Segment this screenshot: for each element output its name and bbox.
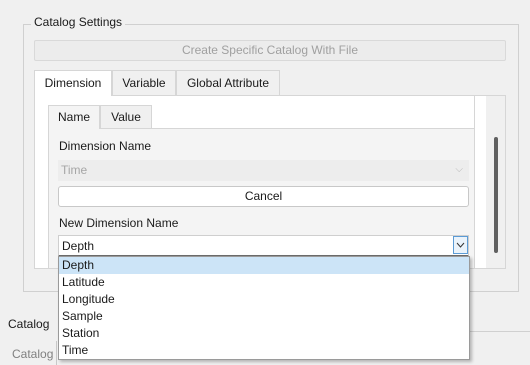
dropdown-item-time[interactable]: Time bbox=[59, 342, 469, 359]
new-dimension-name-label: New Dimension Name bbox=[59, 216, 179, 230]
scrollbar-thumb[interactable] bbox=[494, 137, 498, 253]
tab-variable[interactable]: Variable bbox=[112, 70, 176, 95]
tab-name[interactable]: Name bbox=[48, 105, 100, 129]
new-dimension-name-combo[interactable]: Depth bbox=[58, 235, 469, 257]
catalog-label: Catalog bbox=[12, 347, 54, 361]
tab-global-attribute[interactable]: Global Attribute bbox=[176, 70, 280, 95]
dropdown-item-depth[interactable]: Depth bbox=[59, 257, 469, 274]
dropdown-item-latitude[interactable]: Latitude bbox=[59, 274, 469, 291]
chevron-down-icon bbox=[456, 242, 465, 248]
new-dimension-name-value: Depth bbox=[62, 239, 95, 253]
group-title: Catalog Settings bbox=[31, 14, 126, 30]
dropdown-item-station[interactable]: Station bbox=[59, 325, 469, 342]
inner-panel-edge bbox=[474, 96, 475, 268]
cancel-button[interactable]: Cancel bbox=[58, 186, 469, 207]
dimension-name-label: Dimension Name bbox=[59, 139, 152, 153]
create-catalog-button[interactable]: Create Specific Catalog With File bbox=[34, 40, 506, 61]
dimension-dropdown-list: Depth Latitude Longitude Sample Station … bbox=[58, 256, 470, 360]
chevron-down-icon: ⌵ bbox=[455, 164, 463, 175]
dropdown-item-sample[interactable]: Sample bbox=[59, 308, 469, 325]
dimension-name-value: Time bbox=[61, 163, 88, 177]
dropdown-item-longitude[interactable]: Longitude bbox=[59, 291, 469, 308]
catalog-label-clipped: Catalog bbox=[8, 317, 50, 331]
dimension-name-combo: Time ⌵ bbox=[58, 160, 469, 181]
separator-vertical bbox=[56, 341, 57, 365]
tab-value[interactable]: Value bbox=[100, 105, 152, 128]
tab-dimension[interactable]: Dimension bbox=[34, 70, 112, 96]
dropdown-arrow-button[interactable] bbox=[453, 236, 468, 254]
